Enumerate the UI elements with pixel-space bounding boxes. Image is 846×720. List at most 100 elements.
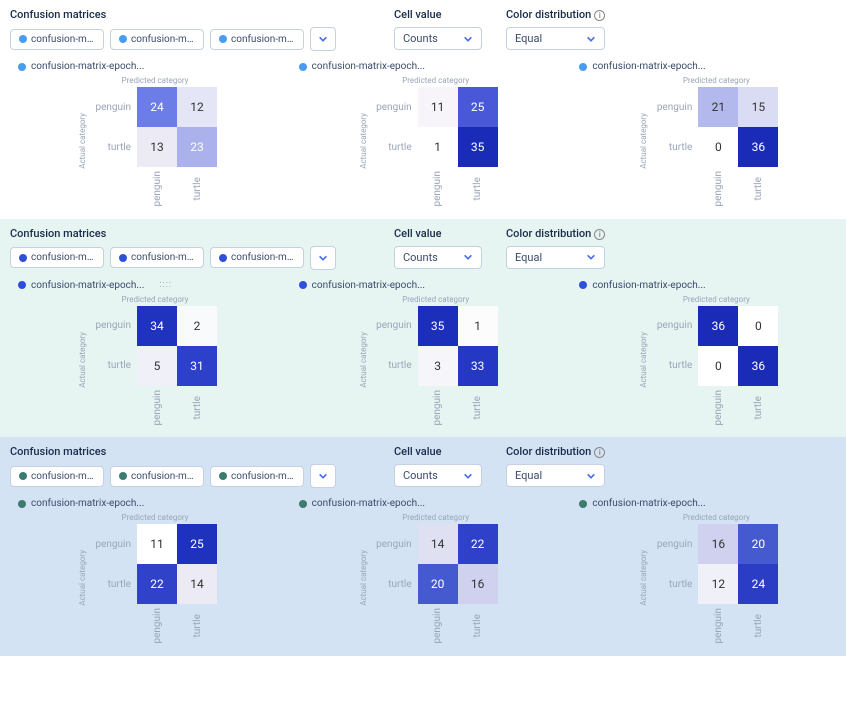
matrix-cell: 20: [738, 524, 778, 564]
color-distribution-select[interactable]: Equal: [506, 246, 605, 269]
controls-row: Confusion matrices confusion-matri... conf…: [10, 8, 836, 51]
matrix-cell: 1: [458, 306, 498, 346]
matrix-pill[interactable]: confusion-matri...: [10, 247, 104, 268]
control-label: Confusion matrices: [10, 8, 370, 21]
chevron-down-icon: [318, 471, 328, 481]
matrix-cell: 23: [177, 127, 217, 167]
x-axis-label: Predicted category: [683, 513, 750, 522]
row-label: penguin: [654, 87, 698, 127]
matrix-pill[interactable]: confusion-matri...: [210, 247, 304, 268]
matrix-cell: 22: [137, 564, 177, 604]
matrices-dropdown-button[interactable]: [310, 27, 336, 51]
control-label: Color distributioni: [506, 8, 605, 21]
run-dot-icon: [299, 63, 307, 71]
x-axis-label: Predicted category: [683, 76, 750, 85]
col-label: penguin: [152, 608, 163, 644]
confusion-matrix-card: confusion-matrix-epoch...Actual category…: [18, 61, 275, 207]
row-label: turtle: [654, 346, 698, 386]
run-dot-icon: [579, 63, 587, 71]
matrix-pill[interactable]: confusion-matri...: [110, 466, 204, 487]
run-dot-icon: [119, 35, 127, 43]
cell-value-select[interactable]: Counts: [394, 246, 482, 269]
matrix-section: Confusion matrices confusion-matri... conf…: [0, 437, 846, 656]
matrices-dropdown-button[interactable]: [310, 464, 336, 488]
col-label: turtle: [192, 608, 203, 644]
matrix-cell: 11: [137, 524, 177, 564]
matrix-pill[interactable]: confusion-matri...: [210, 466, 304, 487]
info-icon[interactable]: i: [594, 229, 605, 240]
matrix-pill[interactable]: confusion-matri...: [210, 29, 304, 50]
matrix-cell: 14: [177, 564, 217, 604]
row-label: turtle: [93, 127, 137, 167]
info-icon[interactable]: i: [594, 447, 605, 458]
matrices-row: confusion-matrix-epoch...::::Actual cate…: [10, 280, 836, 426]
matrices-row: confusion-matrix-epoch... Actual category…: [10, 498, 836, 644]
matrix-cell: 35: [458, 127, 498, 167]
confusion-matrix-card: confusion-matrix-epoch...Actual category…: [18, 498, 275, 644]
matrix-cell: 3: [418, 346, 458, 386]
run-dot-icon: [19, 472, 27, 480]
row-label: turtle: [374, 564, 418, 604]
chevron-down-icon: [586, 252, 596, 262]
run-dot-icon: [299, 281, 307, 289]
control-label: Confusion matrices: [10, 445, 370, 458]
run-dot-icon: [119, 472, 127, 480]
controls-row: Confusion matricesconfusion-matri...conf…: [10, 227, 836, 270]
color-distribution-select[interactable]: Equal: [506, 464, 605, 487]
matrices-row: confusion-matrix-epoch...Actual category…: [10, 61, 836, 207]
pill-label: confusion-matri...: [131, 471, 195, 482]
x-axis-label: Predicted category: [402, 513, 469, 522]
matrix-cell: 34: [137, 306, 177, 346]
confusion-matrices-control: Confusion matrices confusion-matri... conf…: [10, 445, 370, 488]
matrix-title: confusion-matrix-epoch...: [299, 498, 556, 509]
run-dot-icon: [18, 500, 26, 508]
matrix-pill[interactable]: confusion-matri...: [10, 466, 104, 487]
matrix-pill[interactable]: confusion-matri...: [110, 29, 204, 50]
row-label: penguin: [93, 87, 137, 127]
confusion-matrix: penguin342turtle531: [93, 306, 217, 386]
matrix-pill[interactable]: confusion-matri...: [10, 29, 104, 50]
chevron-down-icon: [463, 471, 473, 481]
col-label: turtle: [753, 608, 764, 644]
cell-value-select[interactable]: Counts: [394, 464, 482, 487]
x-axis-label: Predicted category: [402, 76, 469, 85]
matrix-cell: 12: [698, 564, 738, 604]
col-label: penguin: [713, 608, 724, 644]
confusion-matrix: penguin351turtle333: [374, 306, 498, 386]
color-distribution-select[interactable]: Equal: [506, 27, 605, 50]
row-label: penguin: [374, 306, 418, 346]
matrix-title: confusion-matrix-epoch...: [18, 61, 275, 72]
pill-label: confusion-matri...: [131, 252, 195, 263]
row-label: turtle: [93, 346, 137, 386]
matrices-dropdown-button[interactable]: [310, 246, 336, 270]
matrix-cell: 22: [458, 524, 498, 564]
info-icon[interactable]: i: [594, 10, 605, 21]
matrix-pill[interactable]: confusion-matri...: [110, 247, 204, 268]
control-label: Color distributioni: [506, 445, 605, 458]
run-dot-icon: [18, 63, 26, 71]
run-dot-icon: [119, 254, 127, 262]
confusion-matrix-card: confusion-matrix-epoch...Actual category…: [299, 280, 556, 426]
cell-value-select[interactable]: Counts: [394, 27, 482, 50]
y-axis-label: Actual category: [639, 332, 648, 388]
col-label: turtle: [472, 390, 483, 426]
matrix-title: confusion-matrix-epoch...: [579, 498, 836, 509]
col-label: penguin: [152, 171, 163, 207]
matrix-title: confusion-matrix-epoch...: [299, 61, 556, 72]
color-distribution-control: Color distributioni Equal: [506, 8, 605, 51]
matrix-cell: 25: [177, 524, 217, 564]
row-label: penguin: [93, 524, 137, 564]
matrix-cell: 14: [418, 524, 458, 564]
color-distribution-control: Color distributioni Equal: [506, 445, 605, 488]
matrix-cell: 16: [458, 564, 498, 604]
matrix-cell: 0: [738, 306, 778, 346]
row-label: turtle: [374, 127, 418, 167]
pill-label: confusion-matri...: [131, 34, 195, 45]
confusion-matrices-control: Confusion matrices confusion-matri... conf…: [10, 8, 370, 51]
y-axis-label: Actual category: [639, 550, 648, 606]
matrix-section: Confusion matricesconfusion-matri...conf…: [0, 219, 846, 438]
drag-handle-icon[interactable]: ::::: [159, 280, 172, 290]
matrix-cell: 2: [177, 306, 217, 346]
run-dot-icon: [19, 254, 27, 262]
row-label: penguin: [654, 306, 698, 346]
